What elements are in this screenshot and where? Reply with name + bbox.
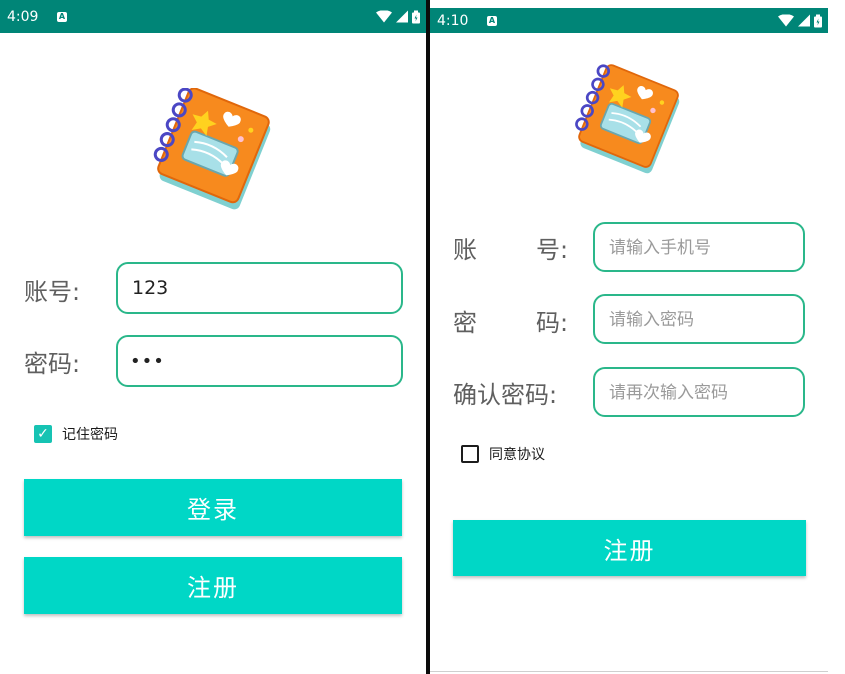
notification-icon-letter: A bbox=[58, 11, 66, 21]
notification-icon: A bbox=[487, 15, 497, 26]
remember-label: 记住密码 bbox=[62, 427, 118, 443]
register-account-label-2: 号: bbox=[536, 236, 569, 264]
password-label: 密码: bbox=[24, 350, 81, 378]
status-time: 4:10 bbox=[437, 12, 469, 29]
confirm-password-label: 确认密码: bbox=[453, 381, 558, 409]
status-time: 4:09 bbox=[7, 8, 39, 25]
agree-label: 同意协议 bbox=[489, 447, 545, 463]
register-password-input[interactable] bbox=[607, 307, 803, 331]
confirm-password-field[interactable] bbox=[593, 367, 805, 417]
password-field[interactable]: ••• bbox=[116, 335, 403, 387]
wifi-icon bbox=[778, 14, 794, 27]
agree-terms-row[interactable]: 同意协议 bbox=[461, 444, 545, 464]
register-password-label-2: 码: bbox=[536, 309, 569, 337]
notebook-logo bbox=[153, 88, 271, 210]
register-account-label-1: 账 bbox=[453, 236, 477, 264]
phone-input[interactable] bbox=[607, 235, 803, 259]
register-password-label-1: 密 bbox=[453, 309, 477, 337]
status-bar: 4:10 A bbox=[430, 8, 828, 33]
login-button[interactable]: 登录 bbox=[24, 479, 402, 536]
remember-checkbox[interactable]: ✓ bbox=[34, 425, 52, 443]
phone-field[interactable] bbox=[593, 222, 805, 272]
signal-icon bbox=[798, 14, 810, 27]
account-input[interactable] bbox=[130, 276, 401, 300]
remember-password-row[interactable]: ✓ 记住密码 bbox=[34, 424, 118, 444]
bottom-edge bbox=[430, 671, 828, 672]
register-password-field[interactable] bbox=[593, 294, 805, 344]
register-button[interactable]: 注册 bbox=[24, 557, 402, 614]
status-icons bbox=[778, 14, 822, 27]
signal-icon bbox=[396, 10, 408, 23]
battery-icon bbox=[412, 10, 420, 23]
status-bar: 4:09 A bbox=[0, 0, 426, 33]
notification-icon: A bbox=[57, 11, 67, 22]
notification-icon-letter: A bbox=[488, 15, 496, 25]
login-screen: 4:09 A 账号: 密码: ••• bbox=[0, 0, 426, 674]
notebook-logo bbox=[575, 64, 680, 174]
password-value[interactable]: ••• bbox=[130, 351, 165, 372]
confirm-password-input[interactable] bbox=[607, 380, 803, 404]
account-field[interactable] bbox=[116, 262, 403, 314]
account-label: 账号: bbox=[24, 278, 81, 306]
battery-icon bbox=[814, 14, 822, 27]
register-submit-button[interactable]: 注册 bbox=[453, 520, 806, 576]
agree-checkbox[interactable] bbox=[461, 445, 479, 463]
wifi-icon bbox=[376, 10, 392, 23]
status-icons bbox=[376, 10, 420, 23]
